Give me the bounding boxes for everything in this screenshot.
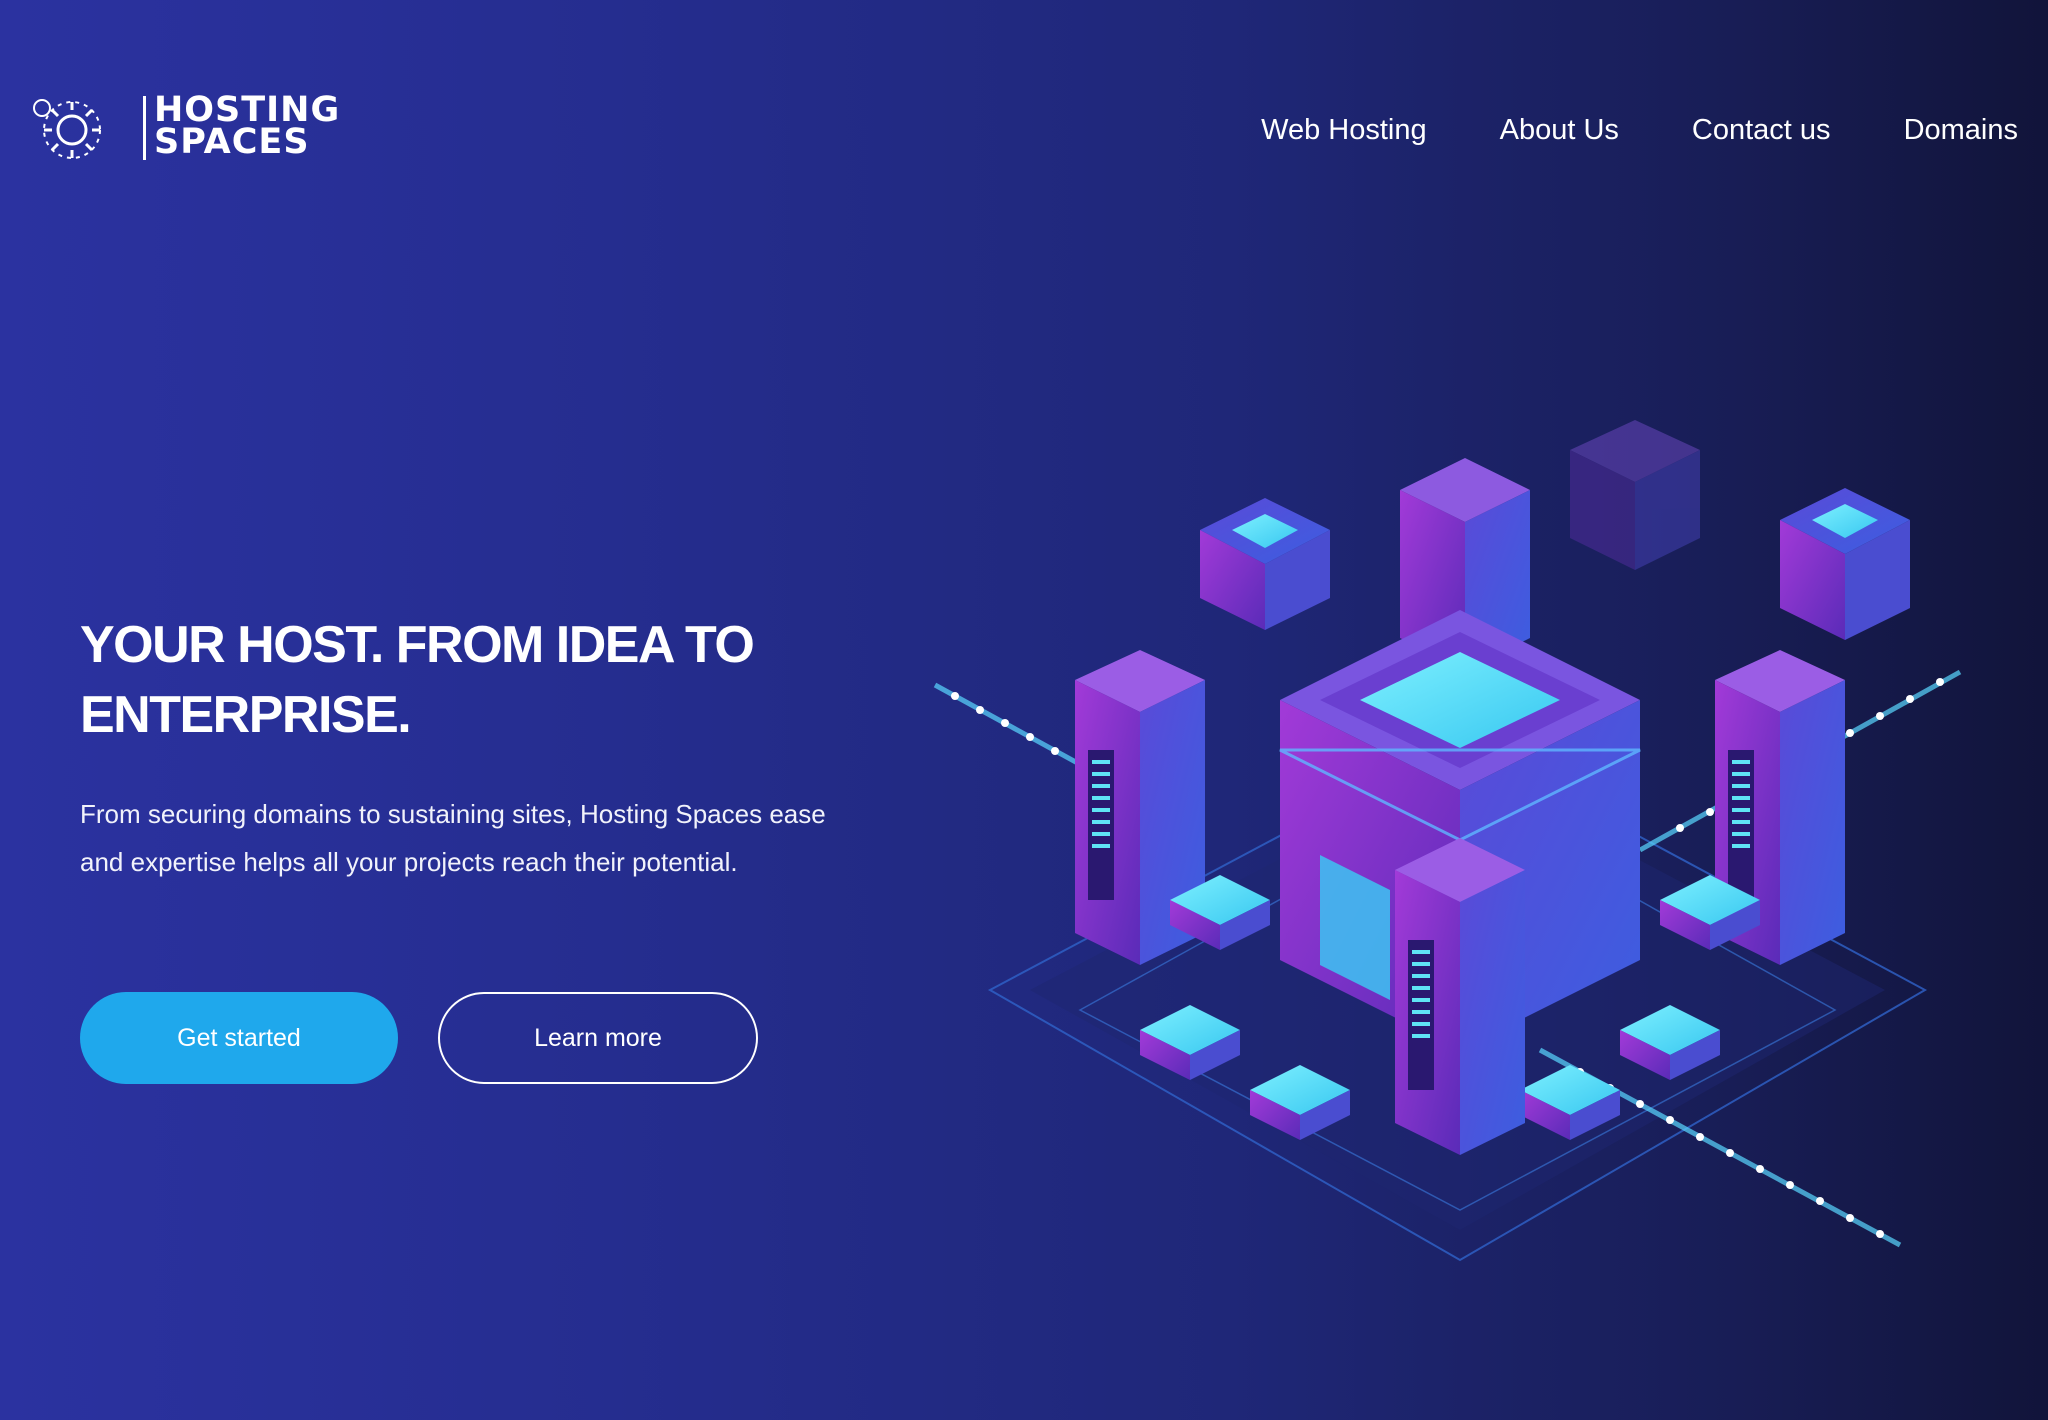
nav-link-web-hosting[interactable]: Web Hosting (1261, 110, 1427, 150)
server-tower-front (1395, 838, 1525, 1155)
logo-line-2: SPACES (154, 122, 310, 162)
server-cube-right (1780, 488, 1910, 640)
nav-link-contact-us[interactable]: Contact us (1692, 110, 1831, 150)
hero-title-line-1: YOUR HOST. FROM IDEA TO (80, 616, 755, 674)
logo-divider (143, 96, 146, 160)
hero-description: From securing domains to sustaining site… (80, 799, 826, 877)
back-servers (1570, 420, 1700, 570)
learn-more-button[interactable]: Learn more (438, 992, 758, 1084)
get-started-button[interactable]: Get started (80, 992, 398, 1084)
sun-icon (33, 99, 101, 159)
nav-link-about-us[interactable]: About Us (1500, 110, 1619, 150)
nav-link-domains[interactable]: Domains (1904, 110, 2018, 150)
brand-logo[interactable]: HOSTING SPACES (28, 93, 340, 164)
server-cube-left (1200, 498, 1330, 630)
hero-title-line-2: ENTERPRISE. (80, 686, 412, 744)
main-nav: Web Hosting About Us Contact us Domains (1261, 110, 2018, 150)
logo-wordmark: HOSTING SPACES (154, 93, 340, 162)
server-illustration (933, 420, 1962, 1262)
hero-title: YOUR HOST. FROM IDEA TO ENTERPRISE. (80, 610, 880, 750)
